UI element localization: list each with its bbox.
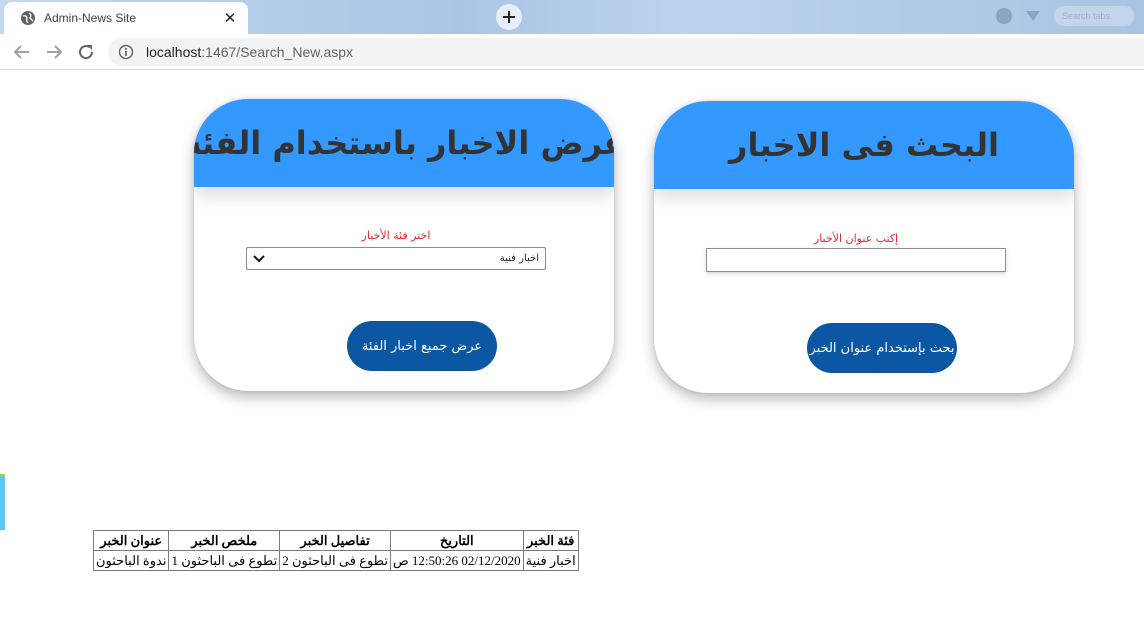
search-card-title: البحث فى الاخبار xyxy=(729,126,999,164)
tab-search[interactable]: Search tabs xyxy=(1054,6,1134,26)
table-cell: 02/12/2020 12:50:26 ص xyxy=(389,550,524,571)
profile-icon[interactable] xyxy=(996,8,1012,24)
table-cell: تطوع فى الباحثون 2 xyxy=(279,550,391,571)
url-text: localhost:1467/Search_New.aspx xyxy=(146,44,354,60)
browser-toolbar: localhost:1467/Search_New.aspx xyxy=(0,34,1144,70)
show-category-news-button[interactable]: عرض جميع اخبار الفئة xyxy=(347,321,497,371)
reload-icon xyxy=(79,45,94,60)
browser-tab-strip: Admin-News Site ✕ Search tabs xyxy=(0,0,1144,34)
news-title-input[interactable] xyxy=(706,248,1006,272)
forward-button[interactable] xyxy=(44,42,64,62)
reload-button[interactable] xyxy=(76,42,96,62)
arrow-left-icon xyxy=(13,45,29,59)
table-row: اخبار فنية 02/12/2020 12:50:26 ص تطوع فى… xyxy=(92,550,579,571)
column-header: عنوان الخبر xyxy=(92,530,170,551)
table-header-row: فئة الخبر التاريخ تفاصيل الخبر ملخص الخب… xyxy=(92,530,579,551)
results-table: فئة الخبر التاريخ تفاصيل الخبر ملخص الخب… xyxy=(92,530,579,571)
column-header: فئة الخبر xyxy=(522,530,579,551)
category-card: عرض الاخبار باستخدام الفئة اختر فئة الأخ… xyxy=(194,99,614,391)
category-select[interactable]: اخبار فنية xyxy=(246,247,546,270)
plus-icon xyxy=(503,11,515,23)
column-header: تفاصيل الخبر xyxy=(279,530,391,551)
info-icon[interactable] xyxy=(118,44,134,60)
table-cell: اخبار فنية xyxy=(522,550,579,571)
table-cell: تطوع فى الباحثون 1 xyxy=(168,550,281,571)
category-label: اختر فئة الأخبار xyxy=(361,229,431,242)
category-card-header: عرض الاخبار باستخدام الفئة xyxy=(194,99,614,187)
browser-tab[interactable]: Admin-News Site ✕ xyxy=(4,2,248,34)
search-card: البحث فى الاخبار إكتب عنوان الأخبار بحث … xyxy=(654,101,1074,393)
search-card-header: البحث فى الاخبار xyxy=(654,101,1074,189)
arrow-right-icon xyxy=(47,45,63,59)
chevron-down-icon xyxy=(253,254,265,262)
filter-icon[interactable] xyxy=(1026,11,1040,21)
close-tab-icon[interactable]: ✕ xyxy=(222,9,238,27)
side-strip xyxy=(0,476,5,530)
window-tools: Search tabs xyxy=(996,6,1134,26)
address-bar[interactable]: localhost:1467/Search_New.aspx xyxy=(108,38,1144,66)
back-button[interactable] xyxy=(12,42,32,62)
table-cell: ندوة الباحثون xyxy=(92,550,170,571)
column-header: ملخص الخبر xyxy=(168,530,281,551)
new-tab-button[interactable] xyxy=(496,4,522,30)
category-card-title: عرض الاخبار باستخدام الفئة xyxy=(194,124,614,162)
column-header: التاريخ xyxy=(389,530,524,551)
tab-title: Admin-News Site xyxy=(44,11,137,25)
search-by-title-button[interactable]: بحث بإستخدام عنوان الخبر xyxy=(807,323,957,373)
category-select-value: اخبار فنية xyxy=(499,253,539,264)
search-label: إكتب عنوان الأخبار xyxy=(813,232,899,245)
globe-icon xyxy=(21,11,35,25)
